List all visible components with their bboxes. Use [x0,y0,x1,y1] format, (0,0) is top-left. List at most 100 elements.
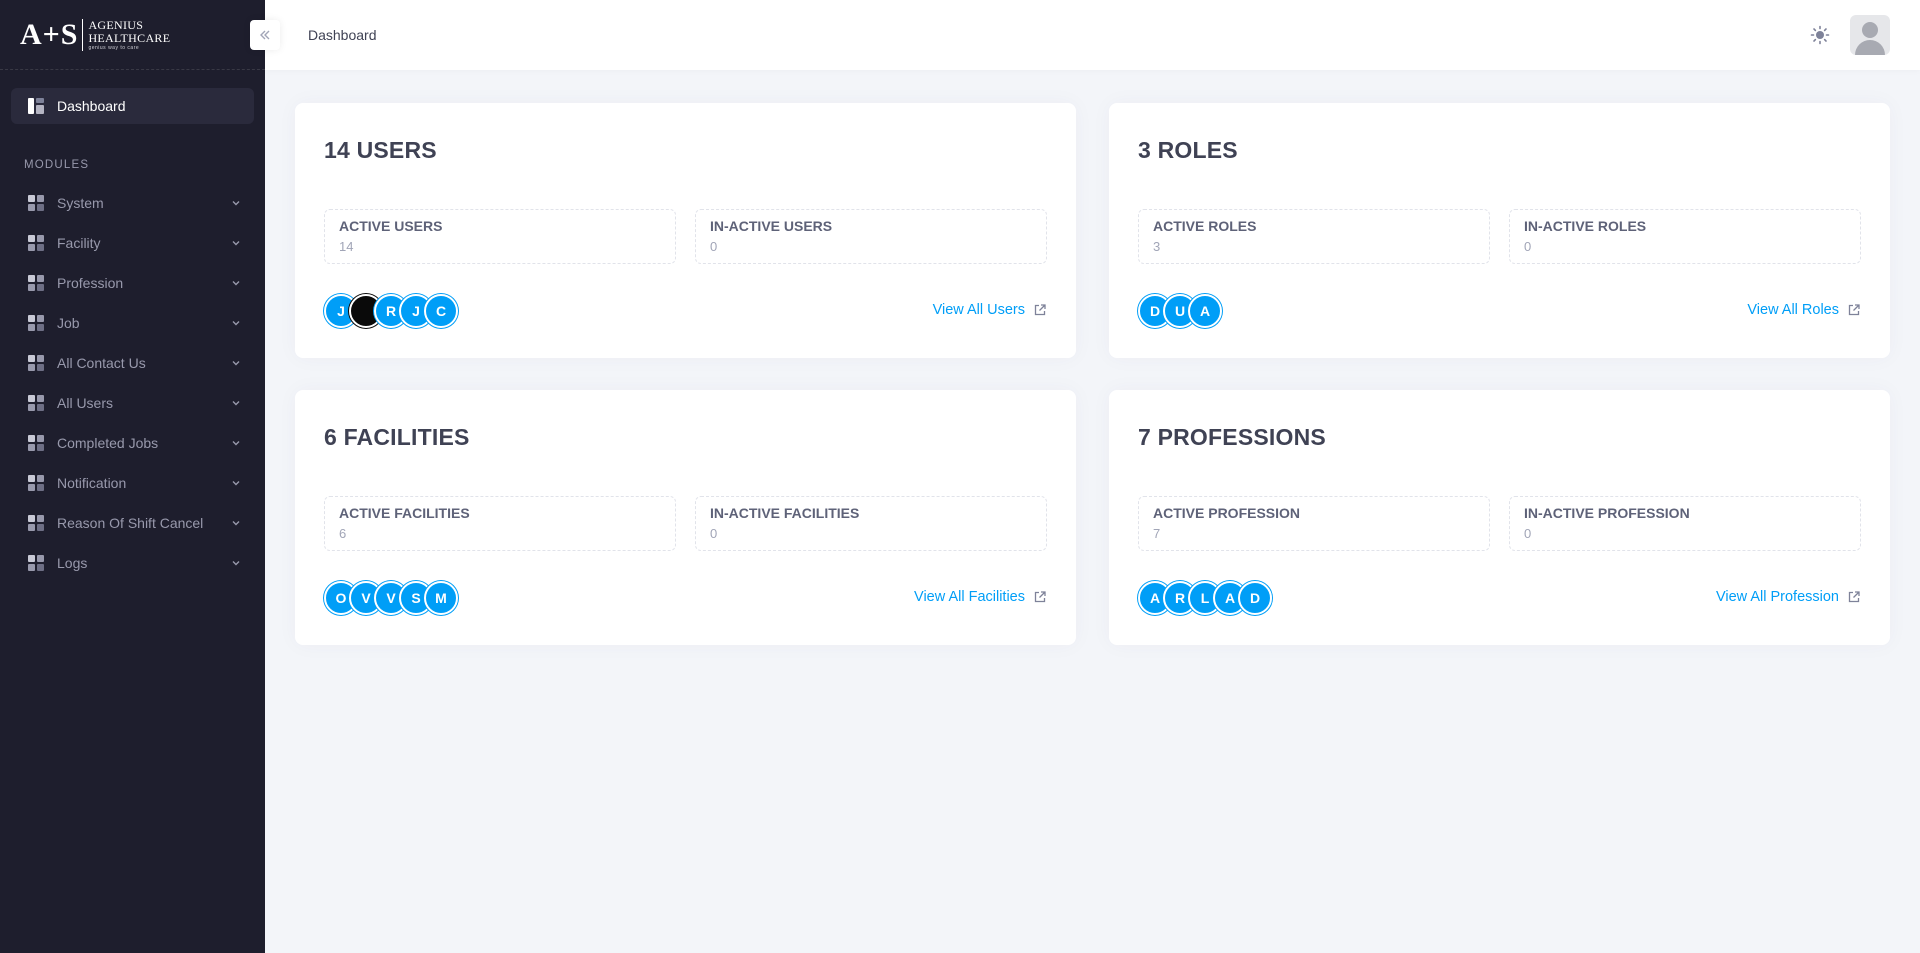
stat-label: IN-ACTIVE PROFESSION [1524,505,1690,521]
grid-icon [28,515,44,531]
chevron-down-icon [232,281,240,286]
double-chevron-left-icon [260,30,270,40]
grid-icon [28,315,44,331]
view-all-profession-link[interactable]: View All Profession [1716,589,1861,605]
facility-avatar-initial[interactable]: M [424,581,458,615]
sidebar-item-job[interactable]: Job [0,303,265,343]
stat-label: IN-ACTIVE FACILITIES [710,505,860,521]
sidebar-item-label: Logs [57,555,88,571]
chevron-down-icon [232,401,240,406]
inactive-roles-stat: IN-ACTIVE ROLES 0 [1509,209,1861,264]
brand: A+S AGENIUS HEALTHCARE genius way to car… [0,0,265,70]
modules-section-label: MODULES [24,159,90,171]
sidebar: A+S AGENIUS HEALTHCARE genius way to car… [0,0,265,953]
stat-value: 14 [339,239,354,254]
avatar-body [1855,40,1885,55]
chevron-down-icon [232,361,240,366]
sidebar-item-system[interactable]: System [0,183,265,223]
sidebar-item-notification[interactable]: Notification [0,463,265,503]
sidebar-collapse-button[interactable] [250,20,280,50]
professions-card: 7 PROFESSIONS ACTIVE PROFESSION 7 IN-ACT… [1109,390,1890,645]
sidebar-item-dashboard[interactable]: Dashboard [11,88,254,124]
inactive-profession-stat: IN-ACTIVE PROFESSION 0 [1509,496,1861,551]
grid-icon [28,195,44,211]
users-avatar-group: J R J C [324,294,458,328]
sidebar-item-reason-of-shift-cancel[interactable]: Reason Of Shift Cancel [0,503,265,543]
profession-avatar-initial[interactable]: D [1238,581,1272,615]
header-toolbar [1808,15,1890,55]
view-all-roles-link[interactable]: View All Roles [1747,302,1861,318]
stat-label: ACTIVE ROLES [1153,218,1257,234]
professions-card-title: 7 PROFESSIONS [1138,424,1326,450]
sidebar-item-all-users[interactable]: All Users [0,383,265,423]
user-avatar[interactable] [1850,15,1890,55]
chevron-down-icon [232,481,240,486]
logo-wordmark: AGENIUS HEALTHCARE genius way to care [88,17,171,51]
grid-icon [28,555,44,571]
stat-label: IN-ACTIVE USERS [710,218,833,234]
stat-label: IN-ACTIVE ROLES [1524,218,1647,234]
chevron-down-icon [232,201,240,206]
facilities-card-title: 6 FACILITIES [324,424,470,450]
sidebar-item-label: Job [57,315,80,331]
sidebar-item-profession[interactable]: Profession [0,263,265,303]
company-logo[interactable]: A+S AGENIUS HEALTHCARE genius way to car… [20,18,170,52]
grid-icon [28,395,44,411]
role-avatar-initial[interactable]: A [1188,294,1222,328]
stat-value: 0 [1524,239,1532,254]
logo-mark: A+S [20,17,79,51]
sidebar-item-label: Dashboard [57,98,126,114]
link-label: View All Roles [1747,302,1839,318]
sidebar-item-label: Notification [57,475,127,491]
stat-value: 0 [1524,526,1532,541]
sidebar-item-label: Reason Of Shift Cancel [57,515,204,531]
grid-icon [28,475,44,491]
logo-line-1: AGENIUS [88,17,144,32]
active-roles-stat: ACTIVE ROLES 3 [1138,209,1490,264]
roles-card: 3 ROLES ACTIVE ROLES 3 IN-ACTIVE ROLES 0… [1109,103,1890,358]
sidebar-item-label: Profession [57,275,124,291]
external-link-icon [1034,591,1046,603]
chevron-down-icon [232,561,240,566]
link-label: View All Profession [1715,589,1839,605]
active-users-stat: ACTIVE USERS 14 [324,209,676,264]
view-all-users-link[interactable]: View All Users [933,302,1047,318]
link-label: View All Facilities [914,589,1025,605]
sidebar-item-logs[interactable]: Logs [0,543,265,583]
stat-label: ACTIVE FACILITIES [339,505,470,521]
dashboard-content: 14 USERS ACTIVE USERS 14 IN-ACTIVE USERS… [265,70,1920,953]
sidebar-item-completed-jobs[interactable]: Completed Jobs [0,423,265,463]
stat-value: 7 [1153,526,1161,541]
sidebar-item-facility[interactable]: Facility [0,223,265,263]
external-link-icon [1848,304,1860,316]
page-title: Dashboard [308,27,377,43]
user-avatar-initial[interactable]: C [424,294,458,328]
theme-toggle-button[interactable] [1808,23,1832,47]
logo-divider [82,18,84,51]
chevron-down-icon [232,241,240,246]
grid-icon [28,235,44,251]
inactive-users-stat: IN-ACTIVE USERS 0 [695,209,1047,264]
facilities-card: 6 FACILITIES ACTIVE FACILITIES 6 IN-ACTI… [295,390,1076,645]
stat-value: 0 [710,239,718,254]
chevron-down-icon [232,521,240,526]
external-link-icon [1034,304,1046,316]
roles-avatar-group: D U A [1138,294,1222,328]
top-header: Dashboard [265,0,1920,70]
external-link-icon [1848,591,1860,603]
professions-avatar-group: A R L A D [1138,581,1272,615]
grid-icon [28,275,44,291]
logo-line-2: HEALTHCARE [88,30,171,45]
view-all-facilities-link[interactable]: View All Facilities [914,589,1047,605]
avatar-head [1862,22,1878,38]
link-label: View All Users [932,302,1025,318]
active-profession-stat: ACTIVE PROFESSION 7 [1138,496,1490,551]
sidebar-item-all-contact-us[interactable]: All Contact Us [0,343,265,383]
stat-value: 6 [339,526,347,541]
logo-tagline: genius way to care [88,44,140,51]
facilities-avatar-group: O V V S M [324,581,458,615]
users-card-title: 14 USERS [324,137,437,163]
sun-icon [1810,25,1830,45]
dashboard-icon [28,98,44,114]
modules-menu: System Facility Profession Job All Conta… [0,183,265,583]
